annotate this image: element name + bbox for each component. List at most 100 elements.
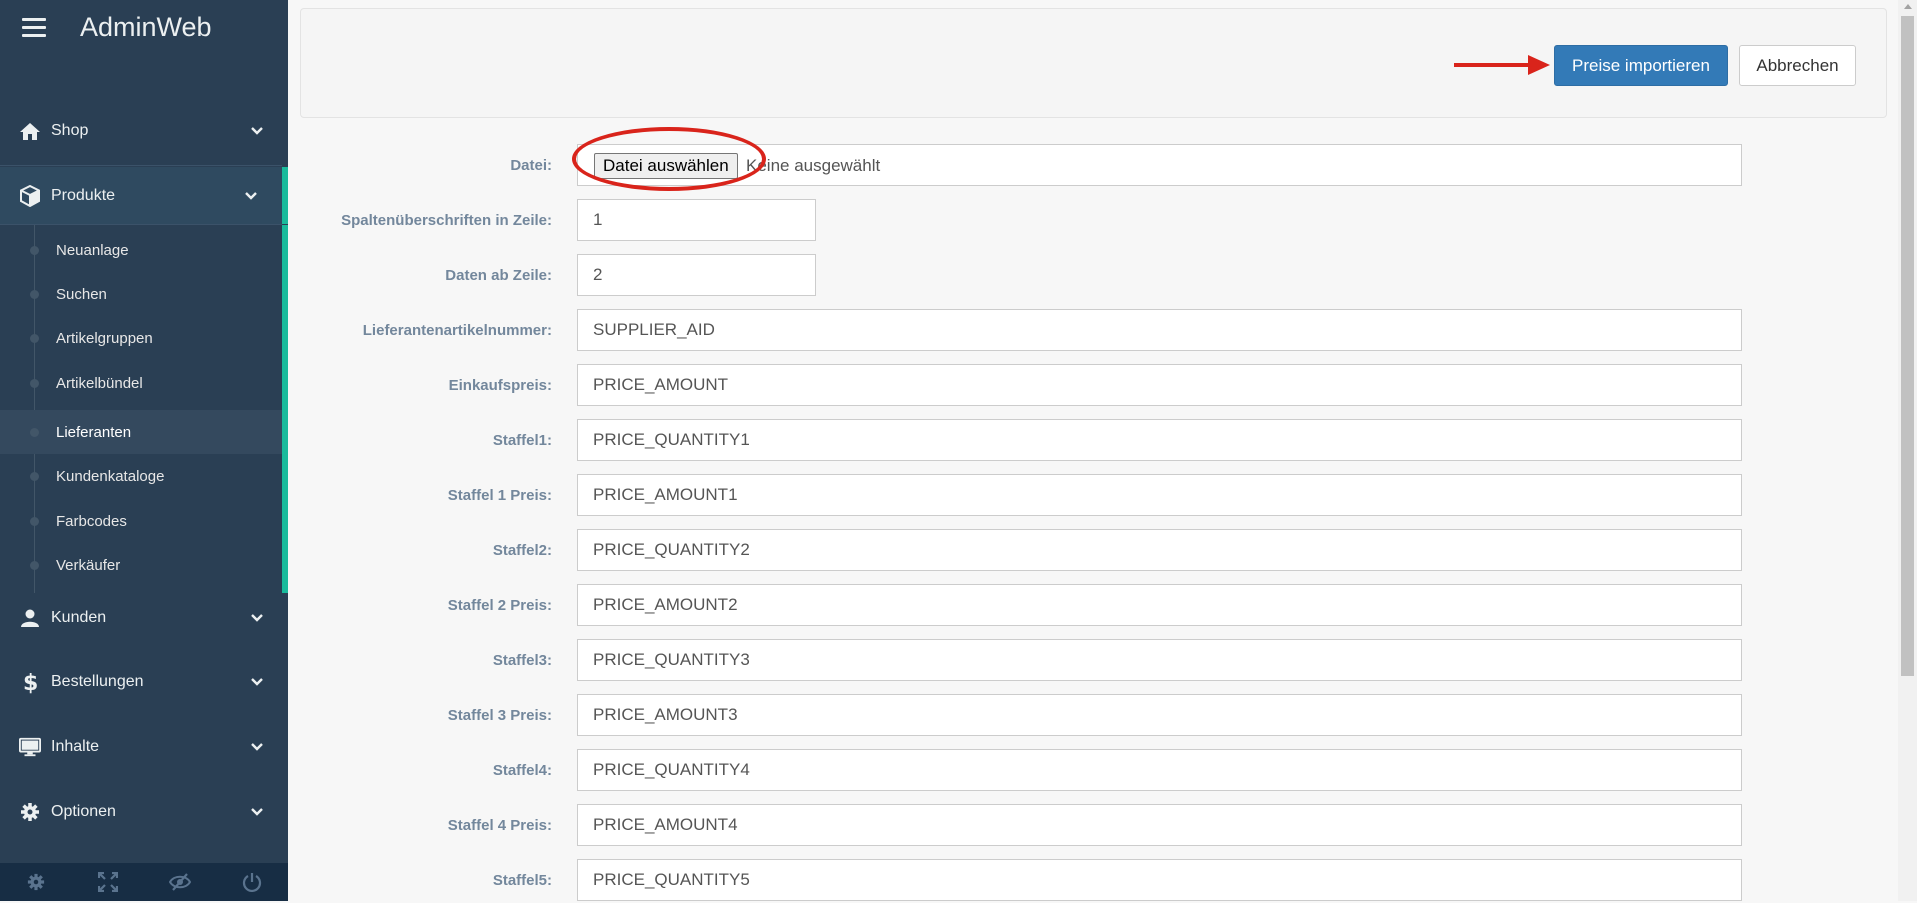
monitor-icon [19,736,41,758]
sidebar-item-label: Produkte [51,186,116,204]
submenu-item-artikelgruppen[interactable]: Artikelgruppen [0,316,282,360]
menu-toggle-icon[interactable] [22,18,46,38]
field-label: Daten ab Zeile: [445,267,552,284]
purchase-price-input[interactable] [577,364,1742,406]
tier4-quantity-input[interactable] [577,749,1742,791]
field-label: Lieferantenartikelnummer: [362,322,552,339]
import-prices-button[interactable]: Preise importieren [1554,45,1728,86]
submenu-item-label: Farbcodes [56,512,127,530]
tier3-price-input[interactable] [577,694,1742,736]
form-row: Staffel1: [300,419,1750,463]
sidebar-item-shop[interactable]: Shop [0,101,288,161]
submenu-item-artikelbuendel[interactable]: Artikelbündel [0,361,282,405]
form-row: Lieferantenartikelnummer: [300,309,1750,353]
tier3-quantity-input[interactable] [577,639,1742,681]
form-row: Spaltenüberschriften in Zeile: [300,199,1750,243]
form-row: Staffel 1 Preis: [300,474,1750,518]
svg-text:$: $ [23,671,37,694]
field-label: Staffel5: [492,872,552,889]
cube-icon [19,184,41,207]
submenu-item-label: Artikelbündel [56,374,143,392]
choose-file-button[interactable]: Datei auswählen [594,153,738,179]
eye-slash-icon[interactable] [144,863,216,901]
scroll-up-icon[interactable] [1904,4,1912,9]
page-scrollbar[interactable] [1898,0,1917,901]
header-row-input[interactable] [577,199,816,241]
field-label: Spaltenüberschriften in Zeile: [341,212,552,229]
tier2-price-input[interactable] [577,584,1742,626]
chevron-down-icon [250,124,264,138]
form-row: Staffel 3 Preis: [300,694,1750,738]
submenu-item-kundenkataloge[interactable]: Kundenkataloge [0,454,282,498]
submenu-item-farbcodes[interactable]: Farbcodes [0,499,282,543]
submenu-item-label: Kundenkataloge [56,467,165,485]
data-start-row-input[interactable] [577,254,816,296]
form-row-file: Datei: Datei auswählen Keine ausgewählt [300,144,1750,188]
chevron-down-icon [250,805,264,819]
power-icon[interactable] [216,863,288,901]
dollar-icon: $ [19,671,41,694]
submenu-item-label: Neuanlage [56,241,129,259]
form-row: Staffel 4 Preis: [300,804,1750,848]
field-label: Staffel3: [492,652,552,669]
chevron-down-icon [250,675,264,689]
submenu-item-neuanlage[interactable]: Neuanlage [0,228,282,272]
supplier-article-number-input[interactable] [577,309,1742,351]
tier5-quantity-input[interactable] [577,859,1742,901]
cancel-button[interactable]: Abbrechen [1739,45,1856,86]
sidebar-item-inhalte[interactable]: Inhalte [0,717,288,777]
tier4-price-input[interactable] [577,804,1742,846]
submenu-item-label: Suchen [56,285,107,303]
file-input[interactable]: Datei auswählen Keine ausgewählt [577,144,1742,186]
chevron-down-icon [250,740,264,754]
user-icon [19,607,41,629]
field-label: Staffel 2 Preis: [447,597,552,614]
field-label: Staffel4: [492,762,552,779]
sidebar: AdminWeb Shop Produkte Neuanlage Suchen [0,0,288,901]
produkte-submenu: Neuanlage Suchen Artikelgruppen Artikelb… [0,225,288,593]
field-label: Einkaufspreis: [448,377,552,394]
scrollbar-thumb[interactable] [1901,16,1914,676]
home-icon [19,120,41,142]
sidebar-item-kunden[interactable]: Kunden [0,588,288,648]
brand-header: AdminWeb [0,0,288,60]
annotation-arrow-icon [1454,55,1550,75]
sidebar-item-bestellungen[interactable]: $ Bestellungen [0,652,288,712]
form-row: Staffel2: [300,529,1750,573]
brand-title[interactable]: AdminWeb [80,12,212,43]
submenu-item-label: Lieferanten [56,423,132,441]
field-label: Staffel 3 Preis: [447,707,552,724]
field-label: Staffel 4 Preis: [447,817,552,834]
sidebar-item-label: Optionen [51,803,116,820]
chevron-down-icon [250,611,264,625]
tier1-price-input[interactable] [577,474,1742,516]
submenu-item-suchen[interactable]: Suchen [0,272,282,316]
tier2-quantity-input[interactable] [577,529,1742,571]
form-row: Daten ab Zeile: [300,254,1750,298]
submenu-item-label: Artikelgruppen [56,329,153,347]
form-row: Staffel3: [300,639,1750,683]
sidebar-item-label: Inhalte [51,738,100,755]
sidebar-divider [0,165,282,166]
sidebar-item-optionen[interactable]: Optionen [0,782,288,842]
fullscreen-icon[interactable] [72,863,144,901]
tier1-quantity-input[interactable] [577,419,1742,461]
submenu-item-label: Verkäufer [56,556,121,574]
submenu-item-verkaeufer[interactable]: Verkäufer [0,543,282,587]
sidebar-item-produkte[interactable]: Produkte [0,167,288,224]
field-label: Staffel2: [492,542,552,559]
sidebar-item-label: Shop [51,122,89,139]
form-row: Staffel 2 Preis: [300,584,1750,628]
file-status: Keine ausgewählt [746,156,881,175]
form-row: Staffel5: [300,859,1750,903]
submenu-item-lieferanten[interactable]: Lieferanten [0,410,282,454]
field-label: Datei: [510,157,552,174]
field-label: Staffel 1 Preis: [447,487,552,504]
sidebar-item-label: Bestellungen [51,673,144,690]
chevron-down-icon [244,189,258,203]
settings-icon[interactable] [0,863,72,901]
form-row: Staffel4: [300,749,1750,793]
gear-icon [19,801,41,823]
sidebar-item-label: Kunden [51,609,107,626]
sidebar-footer [0,863,288,901]
